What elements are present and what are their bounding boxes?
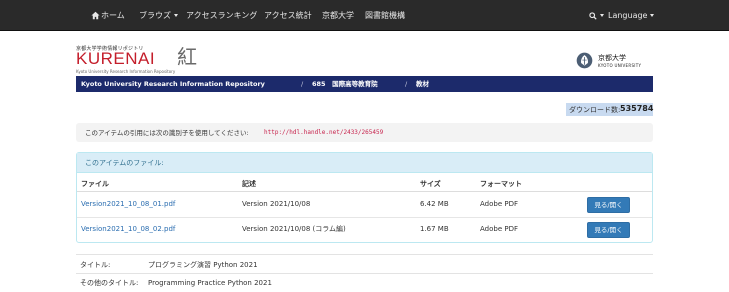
kurenai-logo[interactable]: KURENAI	[76, 49, 155, 69]
caret-down-icon	[600, 14, 604, 17]
metadata-title-label: タイトル:	[80, 261, 111, 269]
nav-browse[interactable]: ブラウズ	[139, 10, 178, 21]
files-panel-title: このアイテムのファイル:	[85, 159, 164, 167]
nav-library[interactable]: 図書館機構	[365, 10, 405, 21]
column-header-file: ファイル	[81, 180, 109, 188]
files-panel-header: このアイテムのファイル:	[77, 153, 652, 173]
caret-down-icon	[650, 14, 655, 17]
logo-kanji: 紅	[177, 45, 197, 69]
breadcrumb: Kyoto University Research Information Re…	[76, 76, 653, 92]
breadcrumb-collection[interactable]: 教材	[416, 80, 429, 88]
download-count-label: ダウンロード数:	[569, 106, 621, 114]
top-navbar: ホーム ブラウズ アクセスランキング アクセス統計 京都大学 図書館機構 Lan…	[0, 0, 729, 31]
file-size: 6.42 MB	[420, 200, 449, 208]
column-header-description: 記述	[242, 180, 256, 188]
citation-handle-url[interactable]: http://hdl.handle.net/2433/265459	[264, 129, 383, 137]
view-open-button[interactable]: 見る/開く	[587, 197, 630, 213]
table-divider	[77, 191, 652, 192]
caret-down-icon	[174, 14, 178, 17]
file-link[interactable]: Version2021_10_08_02.pdf	[81, 225, 175, 233]
file-format: Adobe PDF	[480, 200, 519, 208]
breadcrumb-separator: /	[405, 80, 408, 88]
table-divider	[77, 217, 652, 218]
download-count-value: 535784	[620, 104, 654, 113]
breadcrumb-separator: /	[301, 80, 304, 88]
nav-stats[interactable]: アクセス統計	[264, 10, 312, 21]
file-link[interactable]: Version2021_10_08_01.pdf	[81, 200, 175, 208]
nav-kyoto-univ[interactable]: 京都大学	[322, 10, 354, 21]
search-icon	[589, 11, 597, 20]
citation-text: このアイテムの引用には次の識別子を使用してください:	[85, 129, 249, 137]
column-header-size: サイズ	[420, 180, 441, 188]
metadata-title-value: プログラミング演習 Python 2021	[148, 261, 258, 269]
language-menu[interactable]: Language	[608, 10, 655, 21]
view-open-button[interactable]: 見る/開く	[587, 222, 630, 238]
metadata-alt-title-label: その他のタイトル:	[80, 279, 139, 287]
logo-subtitle: Kyoto University Research Information Re…	[76, 69, 176, 74]
metadata-alt-title-value: Programming Practice Python 2021	[148, 279, 272, 287]
file-description: Version 2021/10/08	[242, 200, 311, 208]
university-name: 京都大学	[598, 54, 626, 62]
nav-ranking[interactable]: アクセスランキング	[186, 10, 257, 21]
site-header: 京都大学学術情報リポジトリ KURENAI 紅 Kyoto University…	[76, 40, 653, 76]
file-size: 1.67 MB	[420, 225, 449, 233]
file-description: Version 2021/10/08 (コラム編)	[242, 225, 346, 233]
breadcrumb-community[interactable]: 685 国際高等教育院	[312, 80, 378, 88]
metadata-divider	[76, 273, 653, 274]
language-label: Language	[608, 11, 648, 20]
home-icon[interactable]	[91, 11, 100, 20]
column-header-format: フォーマット	[480, 180, 522, 188]
citation-box: このアイテムの引用には次の識別子を使用してください: http://hdl.ha…	[76, 123, 653, 142]
files-panel: このアイテムのファイル: ファイル 記述 サイズ フォーマット Version2…	[76, 152, 653, 243]
search-menu[interactable]	[589, 10, 604, 21]
university-name-en: KYOTO UNIVERSITY	[598, 63, 642, 68]
university-emblem-icon	[576, 52, 593, 69]
nav-home[interactable]: ホーム	[101, 10, 125, 21]
breadcrumb-repo[interactable]: Kyoto University Research Information Re…	[81, 80, 265, 88]
metadata-divider	[76, 254, 653, 255]
download-count: ダウンロード数: 535784	[566, 103, 653, 116]
file-format: Adobe PDF	[480, 225, 519, 233]
nav-browse-label: ブラウズ	[139, 11, 171, 20]
